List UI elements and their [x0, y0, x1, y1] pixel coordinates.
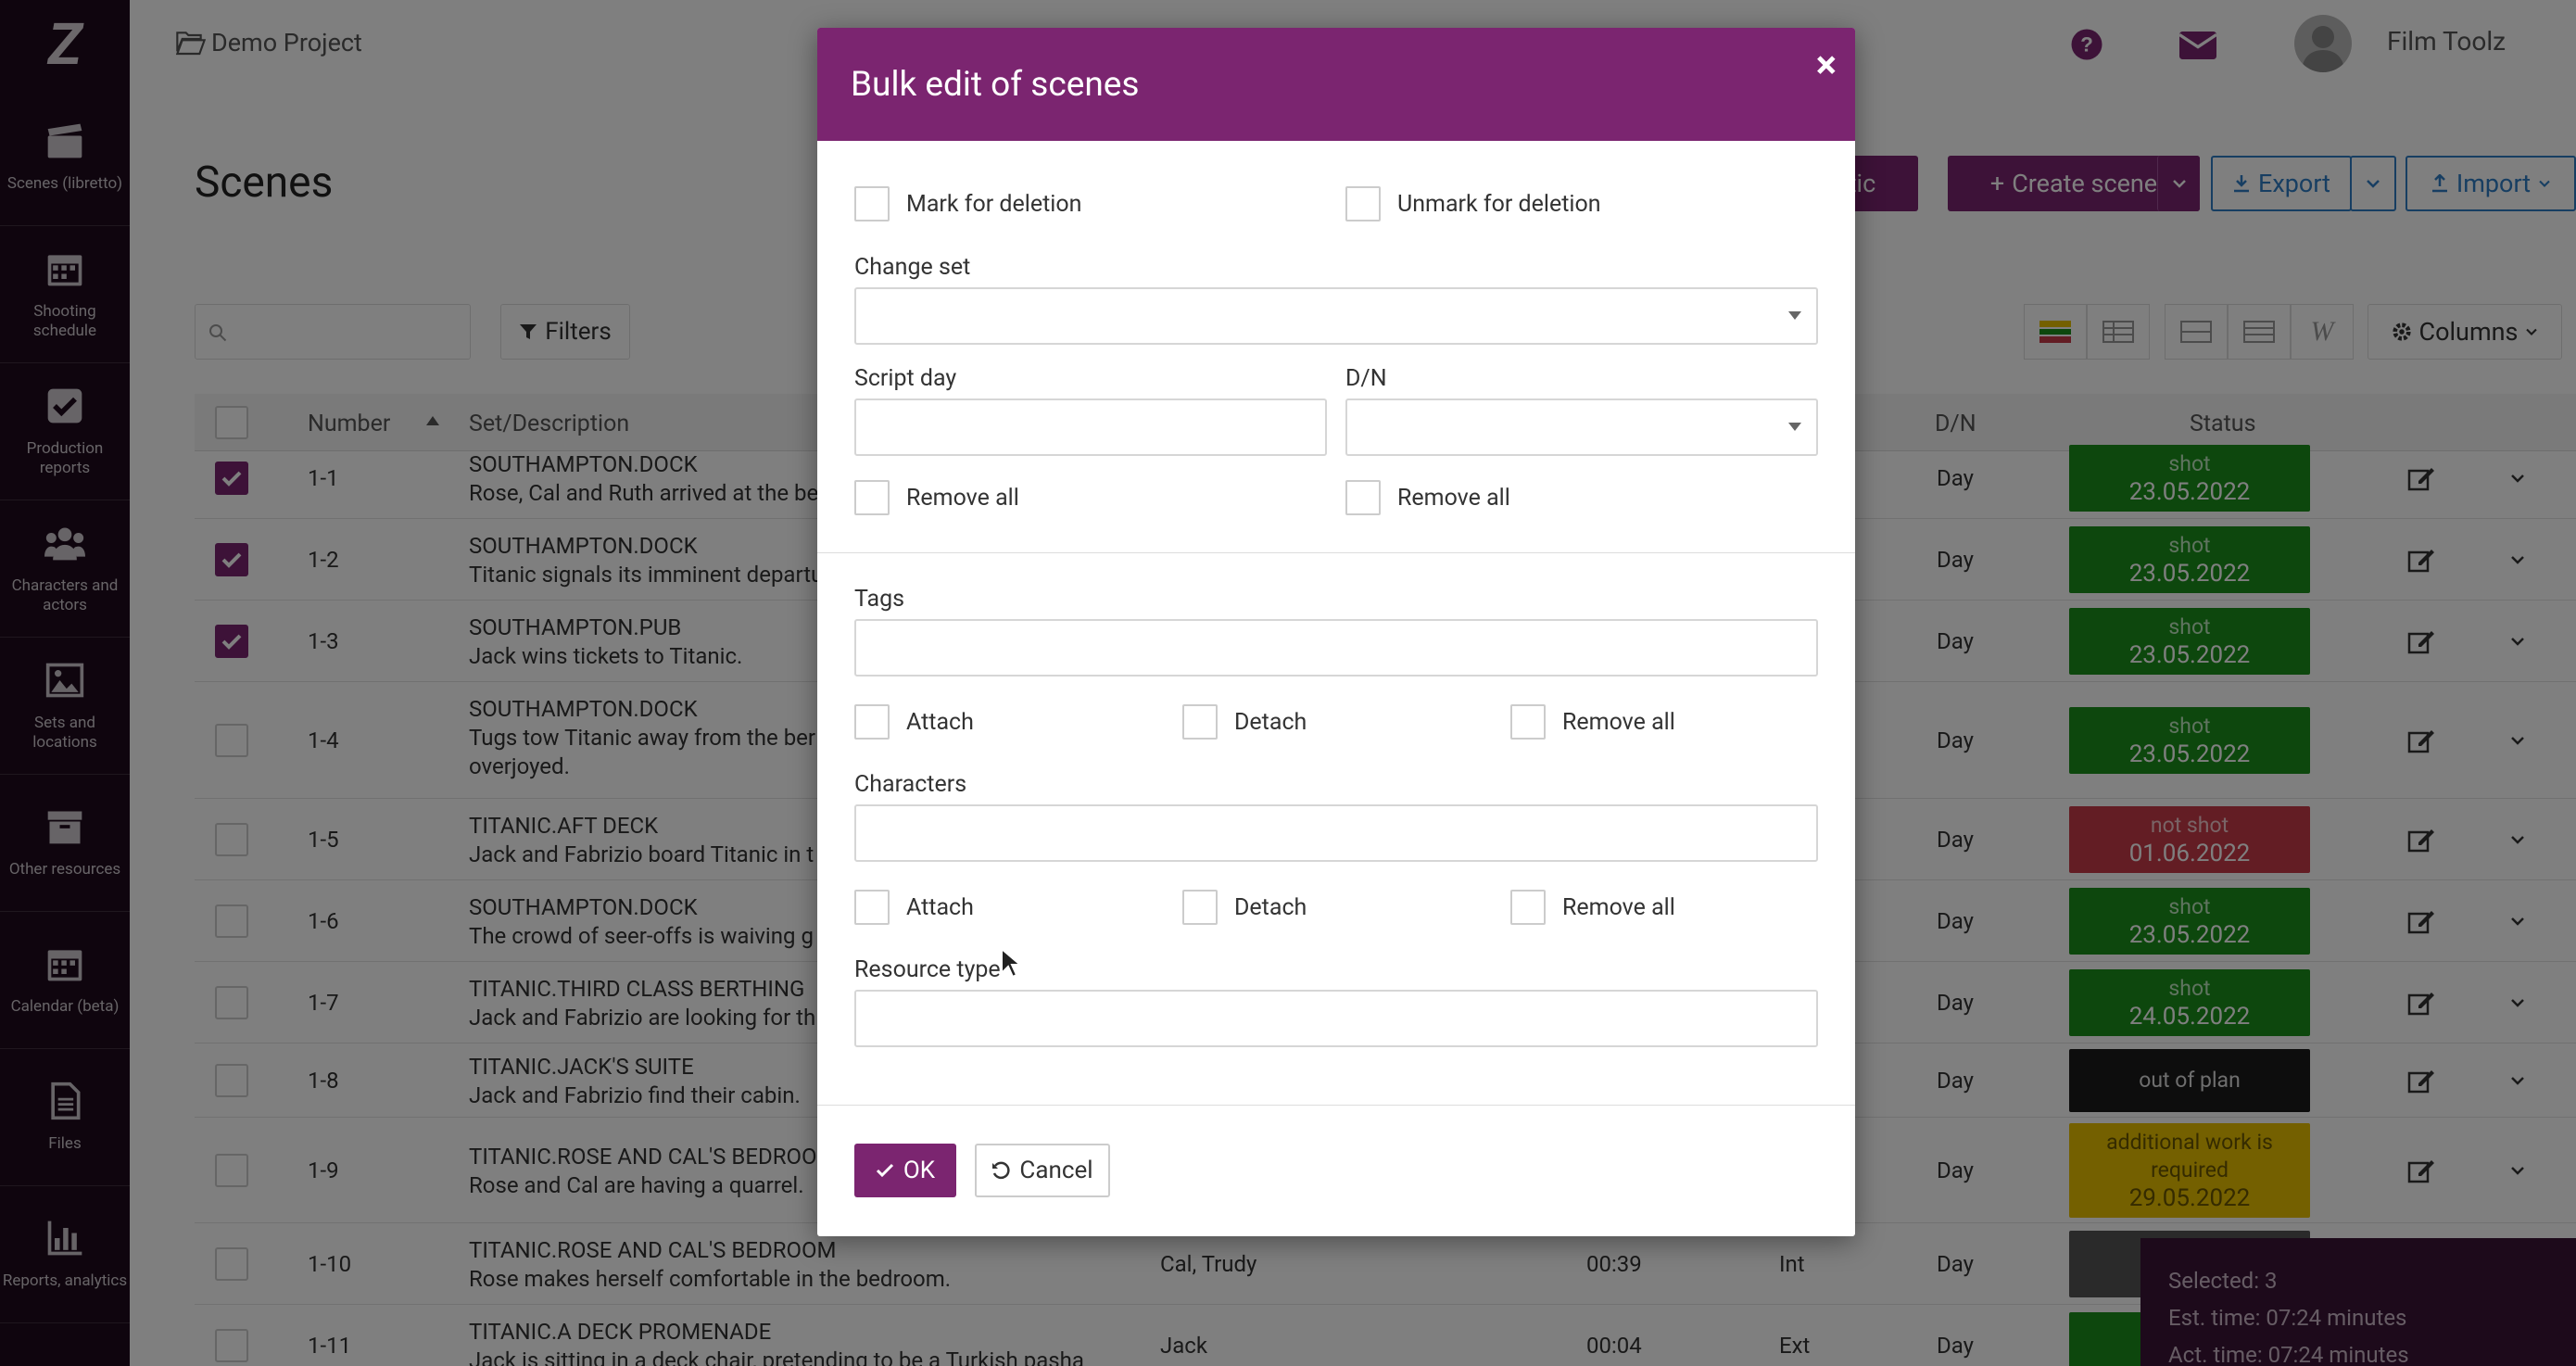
modal-header: Bulk edit of scenes × — [817, 28, 1855, 141]
script-day-input[interactable] — [854, 398, 1327, 456]
tags-label: Tags — [854, 586, 905, 613]
checkbox-box[interactable] — [854, 186, 890, 221]
undo-icon — [992, 1161, 1010, 1180]
dn-label: D/N — [1345, 365, 1387, 392]
ok-label: OK — [903, 1157, 936, 1184]
dn-select[interactable] — [1345, 398, 1818, 456]
checkbox-box[interactable] — [1345, 480, 1381, 515]
characters-label: Characters — [854, 771, 967, 798]
remove-all-label: Remove all — [1562, 893, 1675, 921]
resource-type-input[interactable] — [854, 990, 1818, 1047]
change-set-label: Change set — [854, 254, 971, 281]
tags-attach-checkbox[interactable]: Attach — [854, 704, 974, 740]
cancel-button[interactable]: Cancel — [975, 1144, 1110, 1197]
characters-attach-checkbox[interactable]: Attach — [854, 890, 974, 925]
characters-remove-all-checkbox[interactable]: Remove all — [1510, 890, 1675, 925]
divider — [817, 552, 1855, 553]
detach-label: Detach — [1234, 893, 1307, 921]
check-icon — [876, 1163, 893, 1178]
mouse-cursor-icon — [1001, 947, 1020, 979]
checkbox-box[interactable] — [854, 704, 890, 740]
characters-detach-checkbox[interactable]: Detach — [1182, 890, 1307, 925]
tags-input[interactable] — [854, 619, 1818, 677]
checkbox-box[interactable] — [854, 480, 890, 515]
checkbox-box[interactable] — [1510, 890, 1546, 925]
unmark-deletion-label: Unmark for deletion — [1397, 190, 1601, 218]
tags-remove-all-checkbox[interactable]: Remove all — [1510, 704, 1675, 740]
checkbox-box[interactable] — [1182, 704, 1218, 740]
remove-all-label: Remove all — [906, 484, 1019, 512]
close-icon[interactable]: × — [1816, 43, 1837, 88]
tags-detach-checkbox[interactable]: Detach — [1182, 704, 1307, 740]
remove-all-dn-checkbox[interactable]: Remove all — [1345, 480, 1510, 515]
remove-all-label: Remove all — [1562, 708, 1675, 736]
modal-title: Bulk edit of scenes — [851, 64, 1140, 105]
caret-down-icon — [1788, 311, 1801, 320]
checkbox-box[interactable] — [1345, 186, 1381, 221]
checkbox-box[interactable] — [1182, 890, 1218, 925]
divider — [817, 1105, 1855, 1106]
remove-all-label: Remove all — [1397, 484, 1510, 512]
script-day-label: Script day — [854, 365, 957, 392]
mark-deletion-checkbox[interactable]: Mark for deletion — [854, 186, 1081, 221]
caret-down-icon — [1788, 423, 1801, 431]
attach-label: Attach — [906, 893, 974, 921]
bulk-edit-modal: Bulk edit of scenes × Mark for deletion … — [817, 28, 1855, 1236]
unmark-deletion-checkbox[interactable]: Unmark for deletion — [1345, 186, 1601, 221]
change-set-select[interactable] — [854, 287, 1818, 345]
remove-all-script-day-checkbox[interactable]: Remove all — [854, 480, 1019, 515]
detach-label: Detach — [1234, 708, 1307, 736]
characters-input[interactable] — [854, 804, 1818, 862]
mark-deletion-label: Mark for deletion — [906, 190, 1082, 218]
checkbox-box[interactable] — [1510, 704, 1546, 740]
cancel-label: Cancel — [1019, 1157, 1093, 1184]
ok-button[interactable]: OK — [854, 1144, 956, 1197]
checkbox-box[interactable] — [854, 890, 890, 925]
attach-label: Attach — [906, 708, 974, 736]
resource-type-label: Resource type — [854, 956, 1001, 983]
